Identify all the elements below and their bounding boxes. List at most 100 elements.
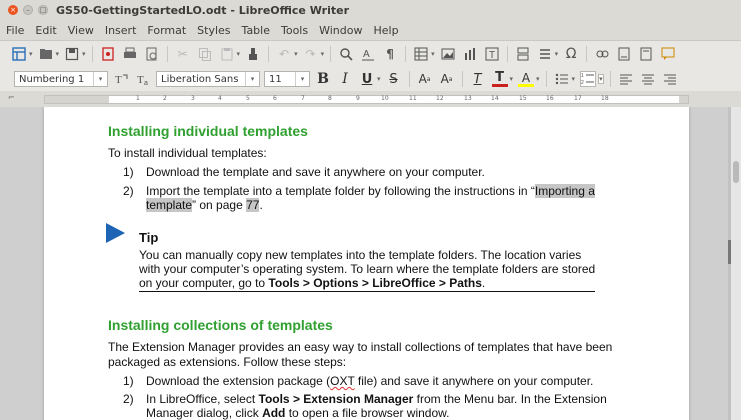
clear-formatting-button[interactable]: T bbox=[470, 71, 486, 87]
chevron-down-icon[interactable]: ▾ bbox=[555, 50, 559, 58]
scrollbar-thumb[interactable] bbox=[733, 161, 739, 183]
insert-footnote-button[interactable] bbox=[616, 46, 632, 62]
menu-insert[interactable]: Insert bbox=[99, 24, 142, 37]
pdf-icon bbox=[101, 47, 114, 61]
insert-image-button[interactable] bbox=[440, 46, 456, 62]
new-document-button[interactable] bbox=[38, 46, 54, 62]
misspelled-word[interactable]: OXT bbox=[330, 374, 354, 388]
list-item-text-part: Download the extension package ( bbox=[146, 374, 331, 388]
print-button[interactable] bbox=[122, 46, 138, 62]
numbering-button[interactable]: 12 bbox=[580, 71, 597, 87]
bullets-button[interactable] bbox=[554, 71, 570, 87]
align-right-button[interactable] bbox=[662, 71, 678, 87]
paragraph-style-combo[interactable]: Numbering 1 ▾ bbox=[14, 71, 108, 87]
new-style-button[interactable]: Ta bbox=[135, 71, 151, 87]
ruler-strip[interactable]: 1 2 3 4 5 6 7 8 9 10 11 12 13 14 15 16 1… bbox=[44, 95, 689, 104]
title-bar: × – □ GS50-GettingStartedLO.odt - LibreO… bbox=[0, 0, 741, 20]
menu-format[interactable]: Format bbox=[141, 24, 191, 37]
insert-hyperlink-button[interactable] bbox=[594, 46, 610, 62]
align-left-button[interactable] bbox=[618, 71, 634, 87]
superscript-button[interactable]: Aa bbox=[417, 71, 433, 87]
underline-button[interactable]: U bbox=[359, 71, 375, 87]
chevron-down-icon[interactable]: ▾ bbox=[377, 75, 381, 83]
redo-icon: ↷ bbox=[305, 47, 316, 61]
menu-edit[interactable]: Edit bbox=[29, 24, 61, 37]
ruler-tick-label: 13 bbox=[464, 95, 472, 102]
font-color-button[interactable]: T bbox=[491, 70, 508, 87]
menu-window[interactable]: Window bbox=[313, 24, 367, 37]
sidebar-toggle-button[interactable] bbox=[11, 46, 27, 62]
menu-table[interactable]: Table bbox=[236, 24, 275, 37]
standard-toolbar: ▾ ▾ ▾ ✂ ▾ ↶ ▾ ↷ ▾ A ¶ ▾ T ▾ Ω bbox=[0, 41, 741, 68]
insert-textbox-button[interactable]: T bbox=[484, 46, 500, 62]
font-size-combo[interactable]: 11 ▾ bbox=[264, 71, 310, 87]
find-replace-button[interactable] bbox=[338, 46, 354, 62]
strikethrough-button[interactable]: S bbox=[386, 71, 402, 87]
cross-reference-link[interactable]: Importing a bbox=[534, 184, 595, 198]
horizontal-ruler[interactable]: ⌐ 1 2 3 4 5 6 7 8 9 10 11 12 13 14 15 16… bbox=[0, 91, 741, 107]
chevron-down-icon[interactable]: ▾ bbox=[82, 50, 86, 58]
close-window-button[interactable]: × bbox=[8, 5, 18, 15]
chevron-down-icon[interactable]: ▾ bbox=[572, 75, 576, 83]
chevron-down-icon[interactable]: ▾ bbox=[294, 50, 298, 58]
paste-button[interactable] bbox=[219, 46, 235, 62]
insert-field-button[interactable] bbox=[537, 46, 553, 62]
link-icon bbox=[596, 50, 609, 58]
formatting-marks-button[interactable]: ¶ bbox=[382, 46, 398, 62]
menu-view[interactable]: View bbox=[62, 24, 99, 37]
chevron-down-icon[interactable]: ▾ bbox=[29, 50, 33, 58]
update-style-button[interactable]: T bbox=[113, 71, 129, 87]
bold-icon: B bbox=[317, 71, 329, 87]
highlighter-icon: A bbox=[521, 70, 531, 85]
subscript-button[interactable]: Aa bbox=[439, 71, 455, 87]
spelling-button[interactable]: A bbox=[360, 46, 376, 62]
maximize-window-button[interactable]: □ bbox=[38, 5, 48, 15]
chevron-down-icon[interactable]: ▾ bbox=[598, 74, 604, 84]
redo-button[interactable]: ↷ bbox=[303, 46, 319, 62]
menu-bar: File Edit View Insert Format Styles Tabl… bbox=[0, 20, 741, 41]
tab-stop-selector-icon[interactable]: ⌐ bbox=[8, 93, 15, 102]
menu-help[interactable]: Help bbox=[367, 24, 403, 37]
align-center-button[interactable] bbox=[640, 71, 656, 87]
insert-table-button[interactable] bbox=[413, 46, 429, 62]
endnote-icon bbox=[640, 47, 652, 61]
chevron-down-icon[interactable]: ▾ bbox=[56, 50, 60, 58]
insert-endnote-button[interactable] bbox=[638, 46, 654, 62]
highlight-button[interactable]: A bbox=[518, 70, 535, 87]
minimize-window-button[interactable]: – bbox=[23, 5, 33, 15]
list-item-text-part: Import the template into a template fold… bbox=[146, 184, 535, 198]
page-reference-field[interactable]: 77 bbox=[246, 198, 260, 212]
insert-chart-button[interactable] bbox=[462, 46, 478, 62]
chevron-down-icon[interactable]: ▾ bbox=[295, 72, 309, 86]
undo-button[interactable]: ↶ bbox=[276, 46, 292, 62]
insert-page-break-button[interactable] bbox=[515, 46, 531, 62]
menu-file[interactable]: File bbox=[0, 24, 29, 37]
insert-comment-button[interactable] bbox=[660, 46, 676, 62]
menu-tools[interactable]: Tools bbox=[275, 24, 313, 37]
chevron-down-icon[interactable]: ▾ bbox=[510, 75, 514, 83]
chevron-down-icon[interactable]: ▾ bbox=[93, 72, 107, 86]
vertical-scrollbar[interactable] bbox=[731, 107, 741, 420]
copy-button[interactable] bbox=[197, 46, 213, 62]
save-button[interactable] bbox=[64, 46, 80, 62]
export-pdf-button[interactable] bbox=[100, 46, 116, 62]
menu-styles[interactable]: Styles bbox=[191, 24, 235, 37]
print-preview-button[interactable] bbox=[144, 46, 160, 62]
chevron-down-icon[interactable]: ▾ bbox=[536, 75, 540, 83]
chevron-down-icon[interactable]: ▾ bbox=[245, 72, 259, 86]
clone-formatting-button[interactable] bbox=[245, 46, 261, 62]
insert-special-character-button[interactable]: Ω bbox=[563, 46, 579, 62]
document-page[interactable]: Installing individual templates To insta… bbox=[44, 107, 689, 420]
bold-button[interactable]: B bbox=[315, 71, 331, 87]
tip-text-line: on your computer, go to Tools > Options … bbox=[139, 276, 485, 290]
document-area[interactable]: Installing individual templates To insta… bbox=[0, 107, 741, 420]
textbox-icon: T bbox=[485, 47, 499, 61]
chevron-down-icon[interactable]: ▾ bbox=[237, 50, 241, 58]
italic-button[interactable]: I bbox=[337, 71, 353, 87]
chevron-down-icon[interactable]: ▾ bbox=[431, 50, 435, 58]
cut-button[interactable]: ✂ bbox=[175, 46, 191, 62]
font-name-combo[interactable]: Liberation Sans ▾ bbox=[156, 71, 260, 87]
chevron-down-icon[interactable]: ▾ bbox=[321, 50, 325, 58]
paragraph-extension-manager: The Extension Manager provides an easy w… bbox=[108, 340, 613, 354]
cross-reference-link[interactable]: template bbox=[146, 198, 193, 212]
